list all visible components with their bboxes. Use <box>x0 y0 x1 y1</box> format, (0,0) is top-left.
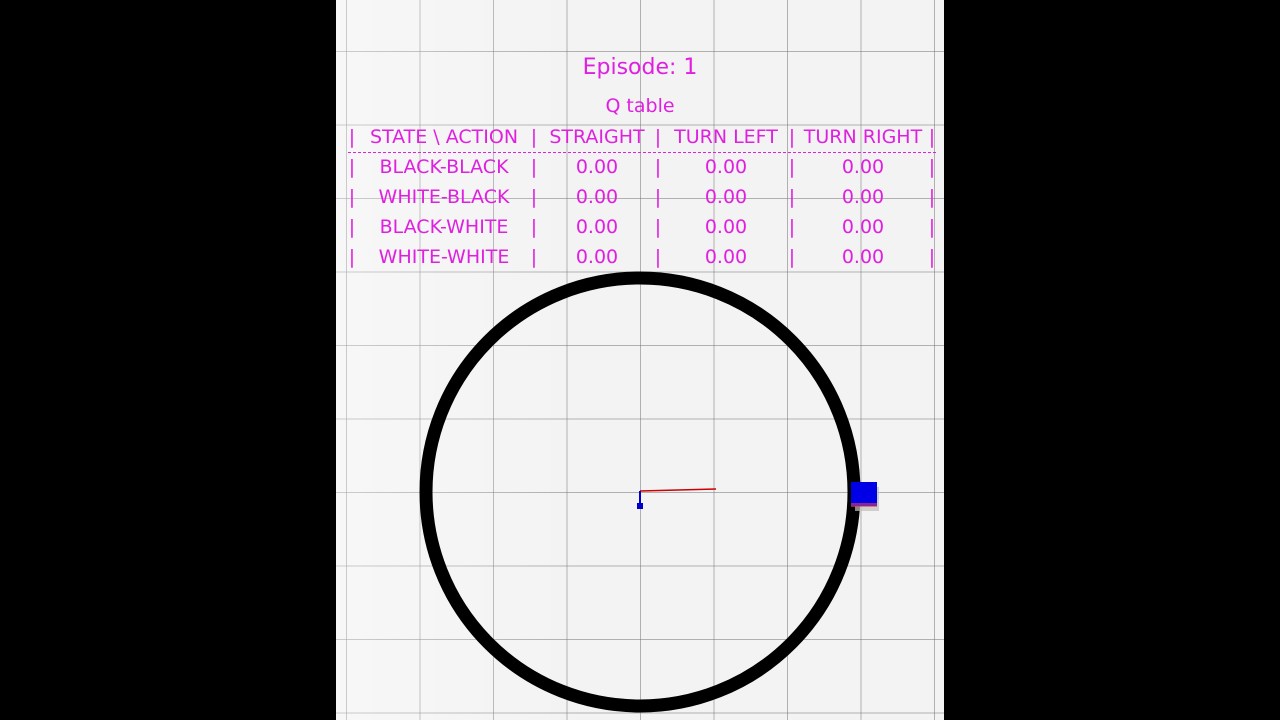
state-cell: WHITE-WHITE <box>378 246 510 268</box>
origin-marker <box>637 503 643 509</box>
q-value-turn-left: 0.00 <box>704 186 748 208</box>
header-turn-left: TURN LEFT <box>674 126 778 148</box>
qtable-row: | BLACK-BLACK | 0.00 | 0.00 | 0.00 | <box>348 156 936 178</box>
state-cell: BLACK-WHITE <box>379 216 509 238</box>
q-value-straight: 0.00 <box>575 186 619 208</box>
q-value-turn-left: 0.00 <box>704 216 748 238</box>
state-cell: BLACK-BLACK <box>379 156 509 178</box>
qtable-row: | BLACK-WHITE | 0.00 | 0.00 | 0.00 | <box>348 216 936 238</box>
header-state-action: STATE \ ACTION <box>369 126 519 148</box>
robot-sensor <box>851 503 877 507</box>
simulation-viewport[interactable]: Episode: 1 Q table | STATE \ ACTION | ST… <box>336 0 944 720</box>
q-value-straight: 0.00 <box>575 246 619 268</box>
qtable-title: Q table <box>605 95 675 117</box>
state-cell: WHITE-BLACK <box>378 186 510 208</box>
header-divider <box>348 152 936 153</box>
q-value-turn-right: 0.00 <box>841 246 885 268</box>
header-turn-right: TURN RIGHT <box>803 126 923 148</box>
q-value-turn-left: 0.00 <box>704 156 748 178</box>
robot-body[interactable] <box>851 482 877 506</box>
q-value-straight: 0.00 <box>575 216 619 238</box>
q-value-turn-right: 0.00 <box>841 186 885 208</box>
episode-label: Episode: 1 <box>582 55 698 80</box>
q-value-turn-right: 0.00 <box>841 216 885 238</box>
qtable-header-row: | STATE \ ACTION | STRAIGHT | TURN LEFT … <box>348 126 936 148</box>
q-value-straight: 0.00 <box>575 156 619 178</box>
q-value-turn-left: 0.00 <box>704 246 748 268</box>
header-straight: STRAIGHT <box>549 126 645 148</box>
q-value-turn-right: 0.00 <box>841 156 885 178</box>
qtable-row: | WHITE-BLACK | 0.00 | 0.00 | 0.00 | <box>348 186 936 208</box>
x-axis-marker <box>639 488 717 492</box>
qtable-row: | WHITE-WHITE | 0.00 | 0.00 | 0.00 | <box>348 246 936 268</box>
